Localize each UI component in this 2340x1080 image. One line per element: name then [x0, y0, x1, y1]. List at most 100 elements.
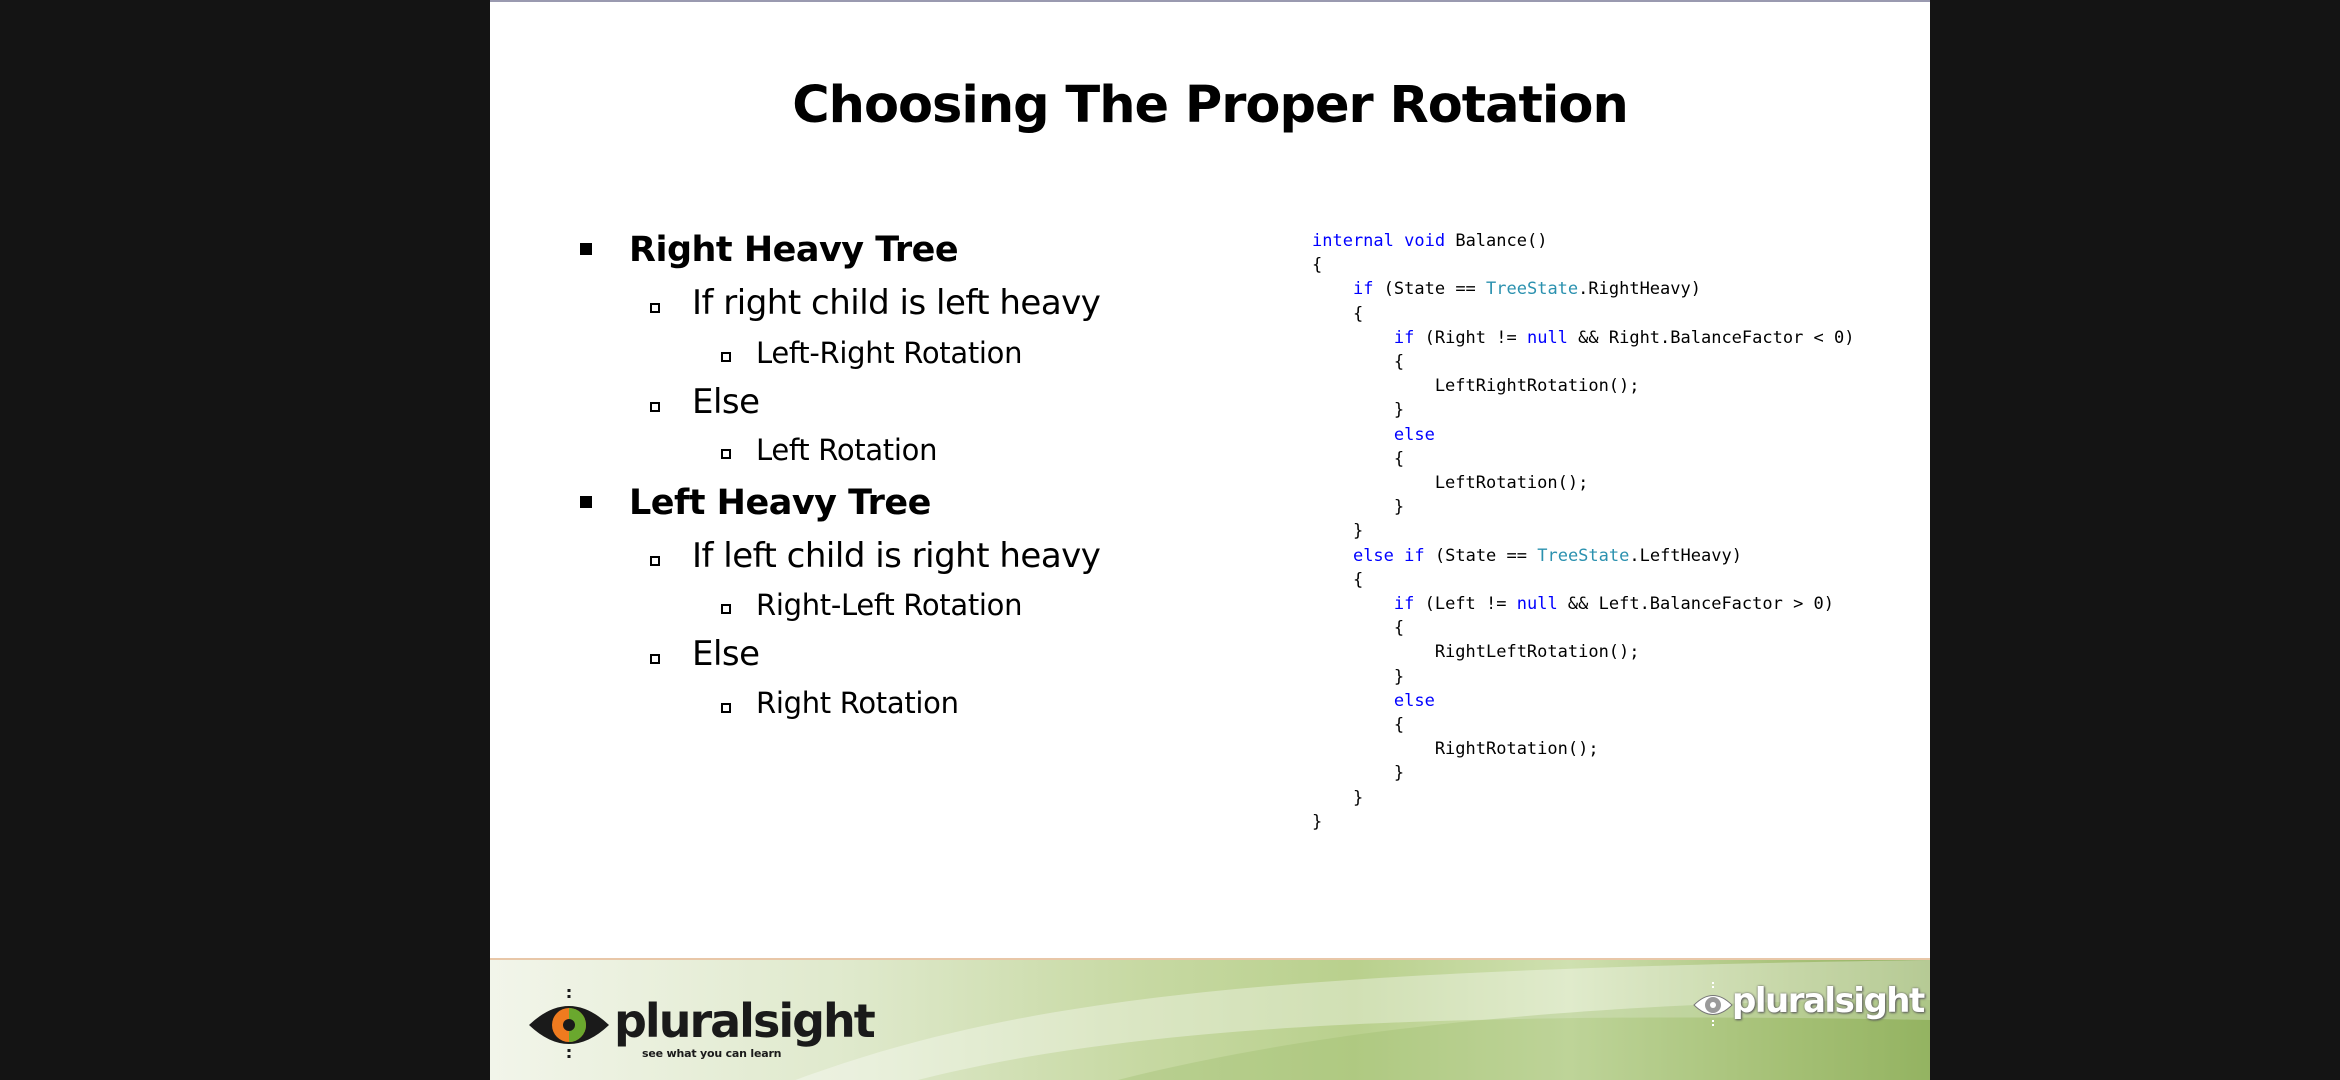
code-token: LeftRightRotation(); — [1312, 376, 1640, 397]
bullet-item: Right Rotation — [756, 686, 959, 720]
bullet-hollow-square-icon — [650, 303, 660, 313]
code-token: { — [1312, 352, 1405, 373]
code-line: } — [1312, 761, 1855, 785]
bullet-hollow-square-icon — [721, 449, 731, 459]
code-token: if — [1352, 279, 1374, 300]
bullet-hollow-square-icon — [721, 703, 731, 713]
code-line: } — [1312, 665, 1855, 689]
right-letterbox — [1930, 0, 2340, 1080]
code-line: } — [1312, 786, 1855, 810]
code-token: (State == — [1373, 279, 1487, 300]
pluralsight-eye-logo-icon — [1693, 982, 1733, 1028]
code-token: else — [1393, 690, 1435, 711]
code-token: (Right != — [1414, 327, 1527, 348]
code-token: RightRotation(); — [1312, 739, 1599, 760]
slide-title: Choosing The Proper Rotation — [792, 76, 1629, 135]
code-token: } — [1312, 666, 1405, 687]
code-line: { — [1312, 302, 1855, 326]
code-line: else — [1312, 689, 1855, 713]
code-token: else — [1393, 424, 1435, 445]
bullet-hollow-square-icon — [721, 352, 731, 362]
code-token: null — [1526, 327, 1568, 348]
slide-top-edge — [490, 0, 1930, 2]
code-line: if (State == TreeState.RightHeavy) — [1312, 277, 1855, 301]
bullet-hollow-square-icon — [650, 654, 660, 664]
bullet-item: Left-Right Rotation — [756, 336, 1023, 370]
code-token: { — [1312, 618, 1405, 639]
code-snippet: internal void Balance(){ if (State == Tr… — [1312, 229, 1855, 834]
code-line: LeftRotation(); — [1312, 471, 1855, 495]
code-line: LeftRightRotation(); — [1312, 374, 1855, 398]
bullet-item: Else — [692, 634, 760, 674]
code-token: .RightHeavy) — [1578, 279, 1701, 300]
code-token: { — [1312, 303, 1364, 324]
code-token: TreeState — [1486, 279, 1579, 300]
bullet-filled-square-icon — [580, 496, 592, 508]
bullet-filled-square-icon — [580, 243, 592, 255]
bullet-item: Left Rotation — [756, 433, 938, 467]
code-line: RightRotation(); — [1312, 737, 1855, 761]
code-token: } — [1312, 521, 1364, 542]
code-line: { — [1312, 350, 1855, 374]
code-line: { — [1312, 616, 1855, 640]
code-line: { — [1312, 253, 1855, 277]
brand-wordmark: pluralsight — [614, 994, 876, 1048]
code-line: } — [1312, 398, 1855, 422]
code-line: } — [1312, 519, 1855, 543]
code-token: { — [1312, 255, 1323, 276]
pluralsight-eye-logo-icon — [529, 989, 609, 1061]
left-letterbox — [0, 0, 490, 1080]
brand-wordmark-small: pluralsight — [1732, 981, 1925, 1021]
code-token: { — [1312, 569, 1364, 590]
code-token: && Right.BalanceFactor < 0) — [1567, 327, 1855, 348]
bullet-hollow-square-icon — [650, 556, 660, 566]
code-token: void — [1404, 231, 1446, 251]
code-token: else — [1352, 545, 1394, 566]
code-token: RightLeftRotation(); — [1312, 642, 1640, 663]
code-line: } — [1312, 810, 1855, 834]
code-token: Balance() — [1445, 231, 1548, 251]
code-token: null — [1516, 594, 1558, 615]
bullet-item: Left Heavy Tree — [629, 483, 931, 523]
bullet-hollow-square-icon — [650, 402, 660, 412]
code-token: if — [1393, 327, 1415, 348]
bullet-item: If left child is right heavy — [692, 536, 1101, 576]
code-line: if (Left != null && Left.BalanceFactor >… — [1312, 592, 1855, 616]
code-token: && Left.BalanceFactor > 0) — [1557, 594, 1835, 615]
code-token: } — [1312, 811, 1323, 832]
code-token: if — [1404, 545, 1425, 566]
code-line: { — [1312, 713, 1855, 737]
slide-footer: pluralsight see what you can learn plura… — [490, 958, 1930, 1080]
code-token: } — [1312, 787, 1364, 808]
bullet-item: Right-Left Rotation — [756, 588, 1023, 622]
bullet-item: If right child is left heavy — [692, 283, 1101, 323]
code-line: else — [1312, 423, 1855, 447]
brand-tagline: see what you can learn — [642, 1047, 782, 1060]
code-token: { — [1312, 715, 1405, 736]
code-token: TreeState — [1537, 545, 1630, 566]
code-line: { — [1312, 568, 1855, 592]
code-token: (Left != — [1414, 594, 1517, 615]
code-line: RightLeftRotation(); — [1312, 640, 1855, 664]
code-token: } — [1312, 400, 1405, 421]
code-token: if — [1393, 594, 1415, 615]
bullet-hollow-square-icon — [721, 604, 731, 614]
code-line: internal void Balance() — [1312, 229, 1855, 253]
bullet-item: Else — [692, 382, 760, 422]
code-token: internal — [1312, 231, 1394, 251]
code-token: .LeftHeavy) — [1629, 545, 1742, 566]
code-line: else if (State == TreeState.LeftHeavy) — [1312, 544, 1855, 568]
code-line: { — [1312, 447, 1855, 471]
code-line: } — [1312, 495, 1855, 519]
code-token: { — [1312, 448, 1405, 469]
bullet-item: Right Heavy Tree — [629, 230, 959, 270]
presentation-slide: Choosing The Proper Rotation Right Heavy… — [490, 0, 1930, 1080]
